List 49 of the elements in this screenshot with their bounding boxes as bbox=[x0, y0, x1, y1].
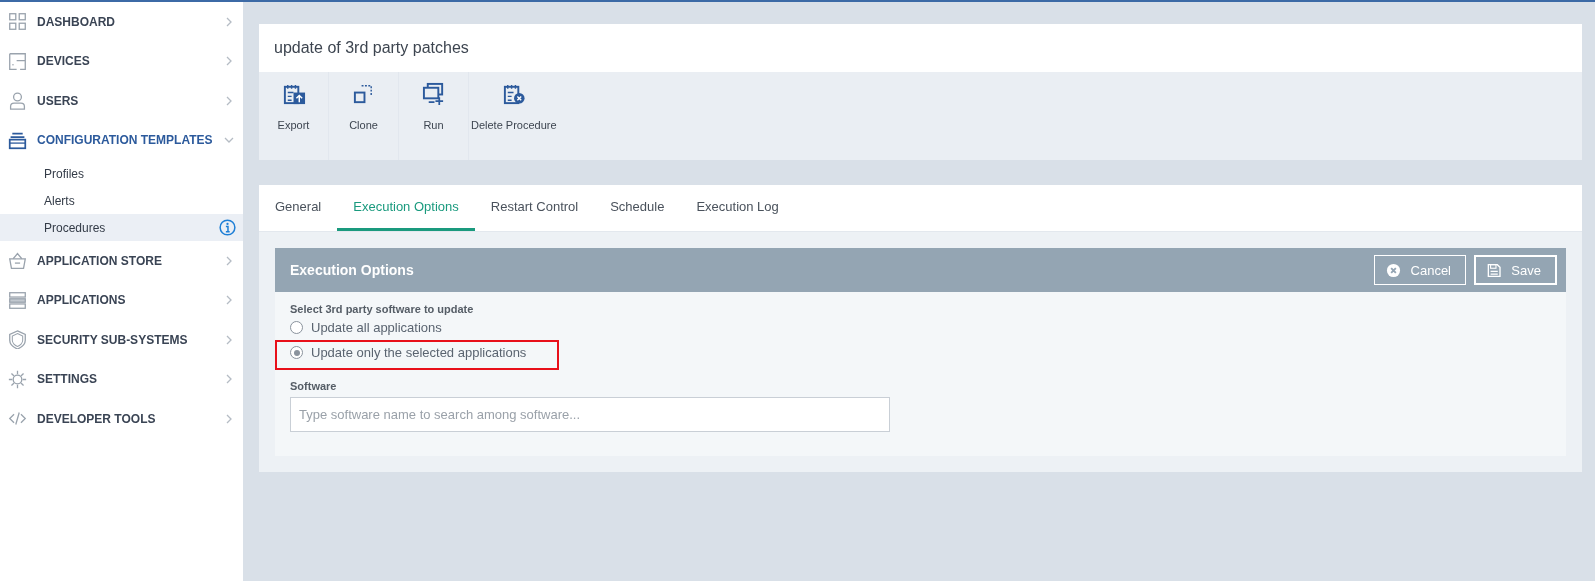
radio-option[interactable]: Update all applications bbox=[275, 315, 559, 340]
clipboard-delete-icon bbox=[501, 82, 526, 106]
toolbar-button[interactable]: Run bbox=[399, 72, 469, 160]
tab[interactable]: Schedule bbox=[594, 185, 681, 231]
chevron-right-icon bbox=[224, 16, 234, 27]
nav-item[interactable]: USERS bbox=[0, 81, 243, 121]
nav-subitem[interactable]: Alerts bbox=[0, 187, 243, 214]
chevron-right-icon bbox=[224, 295, 234, 306]
chevron-right-icon bbox=[224, 334, 234, 345]
stack-icon bbox=[8, 130, 27, 150]
toolbar-button[interactable]: Clone bbox=[329, 72, 399, 160]
nav-item[interactable]: DEVICES bbox=[0, 41, 243, 81]
chevron-right-icon bbox=[224, 413, 234, 424]
field-label: Software bbox=[290, 380, 337, 392]
radio-option[interactable]: Update only the selected applications bbox=[275, 340, 559, 370]
chevron-right-icon bbox=[224, 255, 234, 266]
chevron-right-icon bbox=[224, 374, 234, 385]
nav-item[interactable]: APPLICATION STORE bbox=[0, 241, 243, 281]
nav-subitem[interactable]: Procedures bbox=[0, 214, 243, 241]
server-icon bbox=[8, 290, 27, 310]
page-title: update of 3rd party patches bbox=[274, 39, 469, 57]
gear-icon bbox=[8, 369, 27, 389]
tab[interactable]: Execution Log bbox=[680, 185, 795, 231]
toolbar-button[interactable]: Export bbox=[259, 72, 329, 160]
search-field[interactable]: Type software name to search among software... bbox=[290, 397, 890, 432]
panel-title: Execution Options bbox=[290, 262, 414, 278]
nav-item[interactable]: SECURITY SUB-SYSTEMS bbox=[0, 320, 243, 360]
nav-item[interactable]: SETTINGS bbox=[0, 359, 243, 399]
nav-item[interactable]: DEVELOPER TOOLS bbox=[0, 399, 243, 439]
nav-item[interactable]: APPLICATIONS bbox=[0, 280, 243, 320]
basket-icon bbox=[8, 251, 27, 271]
info-icon[interactable] bbox=[219, 219, 236, 236]
nav-item[interactable]: DASHBOARD bbox=[0, 2, 243, 42]
nav-item[interactable]: CONFIGURATION TEMPLATES bbox=[0, 120, 243, 160]
toolbar-button[interactable]: Delete Procedure bbox=[469, 72, 563, 160]
tab[interactable]: Restart Control bbox=[474, 185, 595, 231]
user-icon bbox=[8, 91, 27, 111]
group-label: Select 3rd party software to update bbox=[290, 303, 474, 315]
chevron-right-icon bbox=[224, 56, 234, 67]
save-icon bbox=[1487, 262, 1502, 278]
nav-subitem[interactable]: Profiles bbox=[0, 160, 243, 187]
shield-icon bbox=[8, 330, 27, 350]
grid-icon bbox=[8, 12, 27, 32]
chevron-right-icon bbox=[224, 95, 234, 106]
monitors-plus-icon bbox=[421, 82, 446, 106]
clipboard-upload-icon bbox=[281, 82, 306, 106]
cancel-icon bbox=[1385, 262, 1401, 278]
tab[interactable]: General bbox=[259, 185, 338, 231]
device-icon bbox=[8, 51, 27, 71]
